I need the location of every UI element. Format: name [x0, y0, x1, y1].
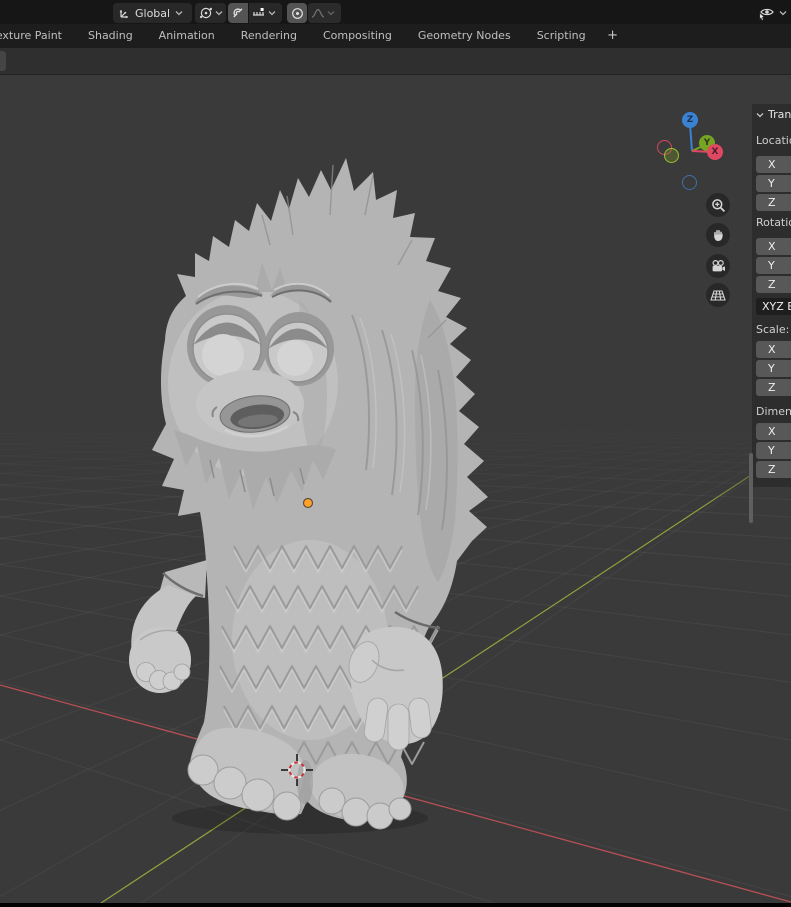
gizmo-x-ball[interactable]: X [707, 144, 723, 160]
dimensions-x-field[interactable]: X [756, 423, 791, 440]
axis-letter: Y [768, 259, 775, 272]
axis-letter: X [768, 343, 776, 356]
workspace-tab-shading[interactable]: Shading [75, 24, 146, 48]
rotation-x-field[interactable]: X [756, 238, 791, 255]
proportional-circle-icon [291, 7, 304, 20]
transform-orientation-dropdown[interactable]: Global [113, 3, 192, 23]
workspace-tab-animation[interactable]: Animation [146, 24, 228, 48]
chevron-down-icon [215, 10, 223, 16]
snap-toggle-button[interactable] [228, 3, 248, 23]
scale-z-field[interactable]: Z [756, 379, 791, 396]
rotation-y-field[interactable]: Y [756, 257, 791, 274]
sidebar-region: Transform Location: X Y Z Rotation: X Y … [752, 104, 791, 487]
dimensions-label: Dimensions: [756, 405, 791, 418]
location-label: Location: [756, 134, 791, 147]
viewport-scene [0, 75, 791, 907]
eye-cursor-icon [757, 5, 777, 21]
dimensions-y-field[interactable]: Y [756, 442, 791, 459]
chevron-down-icon [756, 112, 764, 117]
scale-x-field[interactable]: X [756, 341, 791, 358]
location-y-field[interactable]: Y [756, 175, 791, 192]
proportional-falloff-dropdown[interactable] [308, 3, 341, 23]
rotation-label: Rotation: [756, 216, 791, 229]
axis-letter: Z [768, 381, 776, 394]
pivot-point-dropdown[interactable] [195, 3, 226, 23]
axis-letter: Z [768, 278, 776, 291]
clipped-header-widget[interactable] [0, 51, 6, 71]
location-x-field[interactable]: X [756, 156, 791, 173]
gizmo-neg-z-ball[interactable] [682, 175, 697, 190]
orientation-label: Global [135, 6, 171, 20]
axis-letter: Y [768, 362, 775, 375]
workspace-tab-bar: Texture Paint Shading Animation Renderin… [0, 24, 791, 48]
rotation-mode-dropdown[interactable]: XYZ Euler [756, 298, 791, 315]
zoom-button[interactable] [706, 193, 730, 217]
location-z-field[interactable]: Z [756, 194, 791, 211]
axis-letter: Z [768, 196, 776, 209]
workspace-tab-scripting[interactable]: Scripting [524, 24, 599, 48]
workspace-tab-compositing[interactable]: Compositing [310, 24, 405, 48]
pan-button[interactable] [706, 223, 730, 247]
navigation-gizmo[interactable]: Z Y X [648, 104, 732, 198]
camera-icon [712, 259, 725, 271]
dimensions-z-field[interactable]: Z [756, 461, 791, 478]
grid-perspective-icon [710, 289, 726, 301]
axis-letter: X [768, 425, 776, 438]
workspace-tab-rendering[interactable]: Rendering [228, 24, 310, 48]
gizmo-z-label: Z [686, 115, 694, 125]
axis-letter: X [768, 158, 776, 171]
workspace-tab-texture-paint[interactable]: Texture Paint [0, 24, 75, 48]
chevron-down-icon [175, 10, 183, 16]
chevron-down-icon [779, 10, 787, 16]
gizmo-z-ball[interactable]: Z [682, 112, 698, 128]
transform-panel-header[interactable]: Transform [752, 104, 791, 121]
axis-letter: Y [768, 444, 775, 457]
axis-letter: Y [768, 177, 775, 190]
viewport-header [0, 48, 791, 75]
snap-increment-icon [252, 7, 266, 20]
object-origin-point[interactable] [302, 497, 314, 509]
3d-viewport[interactable] [0, 75, 791, 907]
magnet-icon [232, 7, 245, 20]
proportional-editing-toggle[interactable] [287, 3, 307, 23]
chevron-down-icon [268, 10, 276, 16]
chevron-down-icon [327, 10, 335, 16]
orientation-axes-icon [118, 7, 131, 20]
pivot-point-icon [199, 6, 213, 20]
axis-letter: X [768, 240, 776, 253]
workspace-tab-geometry-nodes[interactable]: Geometry Nodes [405, 24, 524, 48]
panel-title: Transform [768, 108, 791, 121]
rotation-mode-value: XYZ Euler [762, 300, 791, 313]
add-workspace-button[interactable]: + [603, 24, 623, 48]
falloff-curve-icon [311, 7, 325, 20]
gizmo-neg-y-ball[interactable] [664, 148, 679, 163]
axis-letter: Z [768, 463, 776, 476]
view-object-types-dropdown[interactable] [757, 3, 791, 23]
panel-scrollbar[interactable] [749, 453, 753, 523]
camera-view-button[interactable] [706, 254, 730, 278]
magnifier-plus-icon [711, 198, 725, 212]
scale-label: Scale: [756, 323, 790, 336]
ortho-perspective-toggle-button[interactable] [706, 283, 730, 307]
scale-y-field[interactable]: Y [756, 360, 791, 377]
snap-settings-dropdown[interactable] [249, 3, 282, 23]
gizmo-x-label: X [711, 147, 719, 157]
rotation-z-field[interactable]: Z [756, 276, 791, 293]
hand-icon [713, 229, 723, 241]
